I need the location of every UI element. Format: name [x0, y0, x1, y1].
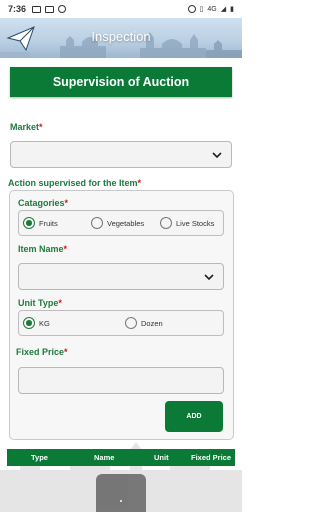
radio-unselected-icon [91, 217, 103, 229]
radio-label: Live Stocks [176, 218, 215, 228]
market-label-text: Market [10, 122, 40, 132]
item-name-label: Item Name* [18, 244, 67, 254]
battery-icon: ▮ [230, 6, 234, 13]
section-banner: Supervision of Auction [10, 67, 232, 97]
column-header-unit: Unit [154, 453, 169, 462]
radio-unselected-icon [125, 317, 137, 329]
vibrate-icon: ▯ [199, 6, 204, 13]
alarm-icon [187, 5, 196, 13]
page-title: Inspection [91, 29, 151, 44]
chevron-down-icon [212, 151, 222, 158]
categories-radio-group: Fruits Vegetables Live Stocks [18, 210, 224, 236]
unit-type-radio-group: KG Dozen [18, 310, 224, 336]
required-mark: * [63, 244, 68, 254]
radio-option-dozen[interactable]: Dozen [125, 317, 163, 329]
radio-option-kg[interactable]: KG [23, 317, 50, 329]
status-system-icons: ▯ 4G ◢ ▮ [187, 5, 234, 13]
radio-unselected-icon [160, 217, 172, 229]
radio-option-fruits[interactable]: Fruits [23, 217, 58, 229]
items-table-header: Type Name Unit Fixed Price [7, 449, 235, 466]
column-header-type: Type [31, 453, 48, 462]
fixed-price-label: Fixed Price* [16, 347, 68, 357]
radio-selected-icon [23, 317, 35, 329]
action-supervised-text: Action supervised for the Item [8, 178, 138, 188]
status-time: 7:36 [8, 4, 27, 14]
required-mark: * [64, 347, 68, 357]
app-header: Inspection [0, 18, 242, 58]
required-mark: * [137, 178, 142, 188]
item-name-dropdown[interactable] [18, 263, 224, 290]
radio-label: Fruits [39, 218, 58, 228]
mail-icon [32, 5, 42, 13]
radio-label: Dozen [141, 318, 163, 328]
fixed-price-input[interactable] [18, 367, 224, 394]
fixed-price-label-text: Fixed Price [16, 347, 65, 357]
required-mark: * [64, 198, 69, 208]
radio-label: Vegetables [107, 218, 145, 228]
column-header-name: Name [94, 453, 115, 462]
required-mark: * [39, 122, 43, 132]
categories-label: Catagories* [18, 198, 68, 208]
radio-label: KG [39, 318, 50, 328]
market-label: Market* [10, 122, 43, 132]
radio-selected-icon [23, 217, 35, 229]
item-name-label-text: Item Name [18, 244, 64, 254]
network-type: 4G [207, 5, 217, 13]
required-mark: * [58, 298, 62, 308]
radio-option-vegetables[interactable]: Vegetables [91, 217, 144, 229]
market-dropdown[interactable] [10, 141, 232, 168]
unit-type-label: Unit Type* [18, 298, 62, 308]
unit-type-label-text: Unit Type [18, 298, 59, 308]
chevron-down-icon [204, 273, 214, 280]
add-button[interactable]: ADD [165, 401, 223, 432]
radio-option-live-stocks[interactable]: Live Stocks [160, 217, 214, 229]
categories-label-text: Catagories [18, 198, 65, 208]
screen-icon [45, 5, 55, 13]
column-header-fixed-price: Fixed Price [191, 453, 232, 462]
home-indicator-icon [120, 500, 122, 502]
navigation-handle[interactable] [96, 474, 146, 512]
signal-icon: ◢ [220, 6, 227, 13]
status-bar: 7:36 ▯ 4G ◢ ▮ [0, 0, 242, 18]
status-notification-icons [32, 5, 67, 13]
sync-icon [58, 5, 67, 13]
action-supervised-label: Action supervised for the Item* [8, 178, 141, 188]
